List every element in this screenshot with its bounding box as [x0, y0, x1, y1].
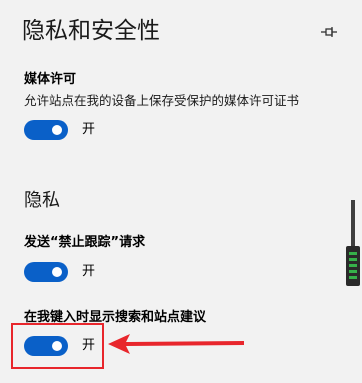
volume-meter — [346, 246, 360, 286]
toggle-knob — [52, 125, 62, 135]
settings-panel: 隐私和安全性 媒体许可 允许站点在我的设备上保存受保护的媒体许可证书 开 隐私 … — [0, 0, 362, 383]
annotation-highlight-box — [11, 323, 104, 369]
dnt-toggle-row: 开 — [24, 261, 95, 283]
pin-icon[interactable] — [320, 26, 338, 38]
media-license-description: 允许站点在我的设备上保存受保护的媒体许可证书 — [24, 93, 300, 108]
meter-level — [349, 264, 357, 267]
dnt-toggle[interactable] — [24, 262, 68, 282]
meter-level — [349, 258, 357, 261]
media-license-toggle[interactable] — [24, 120, 68, 140]
dnt-toggle-state: 开 — [82, 264, 96, 279]
meter-level — [349, 276, 357, 279]
media-license-toggle-row: 开 — [24, 119, 95, 141]
media-license-label: 媒体许可 — [24, 72, 77, 87]
dnt-label: 发送“禁止跟踪”请求 — [24, 235, 146, 250]
media-license-toggle-state: 开 — [82, 122, 96, 137]
arrow-left-icon — [108, 334, 244, 354]
toggle-knob — [52, 267, 62, 277]
meter-level — [349, 252, 357, 255]
page-title: 隐私和安全性 — [22, 18, 160, 44]
privacy-heading: 隐私 — [24, 190, 60, 211]
meter-level — [349, 270, 357, 273]
scrollbar-thumb[interactable] — [351, 200, 355, 250]
